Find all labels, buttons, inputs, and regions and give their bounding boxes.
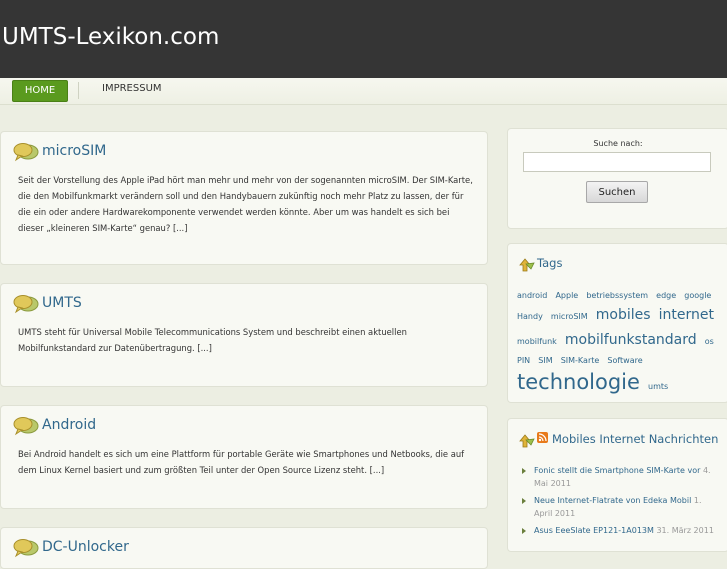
tag-link[interactable]: mobilfunkstandard (565, 332, 697, 348)
tag-link[interactable]: mobilfunk (517, 337, 557, 346)
bullet-arrow-icon (522, 498, 526, 504)
tag-link[interactable]: android (517, 291, 547, 300)
post-dc-unlocker: DC-Unlocker (0, 527, 488, 569)
list-item: Neue Internet-Flatrate von Edeka Mobil 1… (520, 494, 720, 520)
speech-bubbles-icon (13, 295, 39, 314)
post-excerpt: Seit der Vorstellung des Apple iPad hört… (18, 175, 473, 233)
nav-home-button[interactable]: HOME (12, 80, 68, 102)
tag-link[interactable]: Software (607, 356, 642, 365)
news-link[interactable]: Asus EeeSlate EP121-1A013M (534, 526, 654, 535)
post-title[interactable]: microSIM (42, 143, 106, 159)
post-title[interactable]: Android (42, 417, 96, 433)
list-item: Fonic stellt die Smartphone SIM-Karte vo… (520, 464, 720, 490)
tag-link[interactable]: umts (648, 382, 668, 391)
speech-bubbles-icon (13, 143, 39, 162)
speech-bubbles-icon (13, 539, 39, 558)
tag-link[interactable]: SIM-Karte (561, 356, 600, 365)
tag-link[interactable]: PIN (517, 356, 530, 365)
tags-widget: Tags android Apple betriebssystem edge g… (507, 243, 727, 403)
tag-link[interactable]: google (684, 291, 711, 300)
tag-link[interactable]: mobiles (596, 307, 651, 323)
news-list: Fonic stellt die Smartphone SIM-Karte vo… (520, 464, 720, 541)
search-input[interactable] (523, 152, 711, 172)
post-title[interactable]: DC-Unlocker (42, 539, 129, 555)
post-excerpt: Bei Android handelt es sich um eine Plat… (18, 449, 465, 475)
tag-arrows-icon (519, 258, 535, 272)
bullet-arrow-icon (522, 528, 526, 534)
post-microsim: microSIM Seit der Vorstellung des Apple … (0, 131, 488, 265)
bullet-arrow-icon (522, 468, 526, 474)
tag-link[interactable]: edge (656, 291, 676, 300)
news-date: 31. März 2011 (656, 526, 714, 535)
site-title[interactable]: UMTS-Lexikon.com (2, 24, 219, 50)
tag-link[interactable]: technologie (517, 370, 640, 394)
news-title[interactable]: Mobiles Internet Nachrichten (552, 432, 718, 446)
rss-icon[interactable] (537, 432, 548, 443)
tag-link[interactable]: internet (659, 307, 714, 323)
news-link[interactable]: Neue Internet-Flatrate von Edeka Mobil (534, 496, 691, 505)
post-title[interactable]: UMTS (42, 295, 82, 311)
news-link[interactable]: Fonic stellt die Smartphone SIM-Karte vo… (534, 466, 700, 475)
main-nav: HOME IMPRESSUM (0, 78, 727, 105)
nav-impressum-link[interactable]: IMPRESSUM (102, 83, 162, 94)
speech-bubbles-icon (13, 417, 39, 436)
tag-cloud: android Apple betriebssystem edge google… (517, 285, 723, 397)
tag-link[interactable]: Handy (517, 312, 543, 321)
tag-link[interactable]: Apple (555, 291, 578, 300)
tag-link[interactable]: os (705, 337, 714, 346)
post-excerpt: UMTS steht für Universal Mobile Telecomm… (18, 327, 407, 353)
tag-link[interactable]: betriebssystem (586, 291, 648, 300)
tag-arrows-icon (519, 434, 535, 448)
tag-link[interactable]: microSIM (551, 312, 588, 321)
post-umts: UMTS UMTS steht für Universal Mobile Tel… (0, 283, 488, 387)
site-header: UMTS-Lexikon.com (0, 0, 727, 78)
tag-link[interactable]: SIM (538, 356, 552, 365)
search-button[interactable]: Suchen (586, 181, 648, 203)
search-widget: Suche nach: Suchen (507, 128, 727, 229)
search-label: Suche nach: (593, 139, 643, 148)
news-widget: Mobiles Internet Nachrichten Fonic stell… (507, 418, 727, 552)
post-android: Android Bei Android handelt es sich um e… (0, 405, 488, 509)
list-item: Asus EeeSlate EP121-1A013M 31. März 2011 (520, 524, 720, 537)
nav-separator (78, 82, 79, 99)
tags-title: Tags (537, 256, 563, 270)
